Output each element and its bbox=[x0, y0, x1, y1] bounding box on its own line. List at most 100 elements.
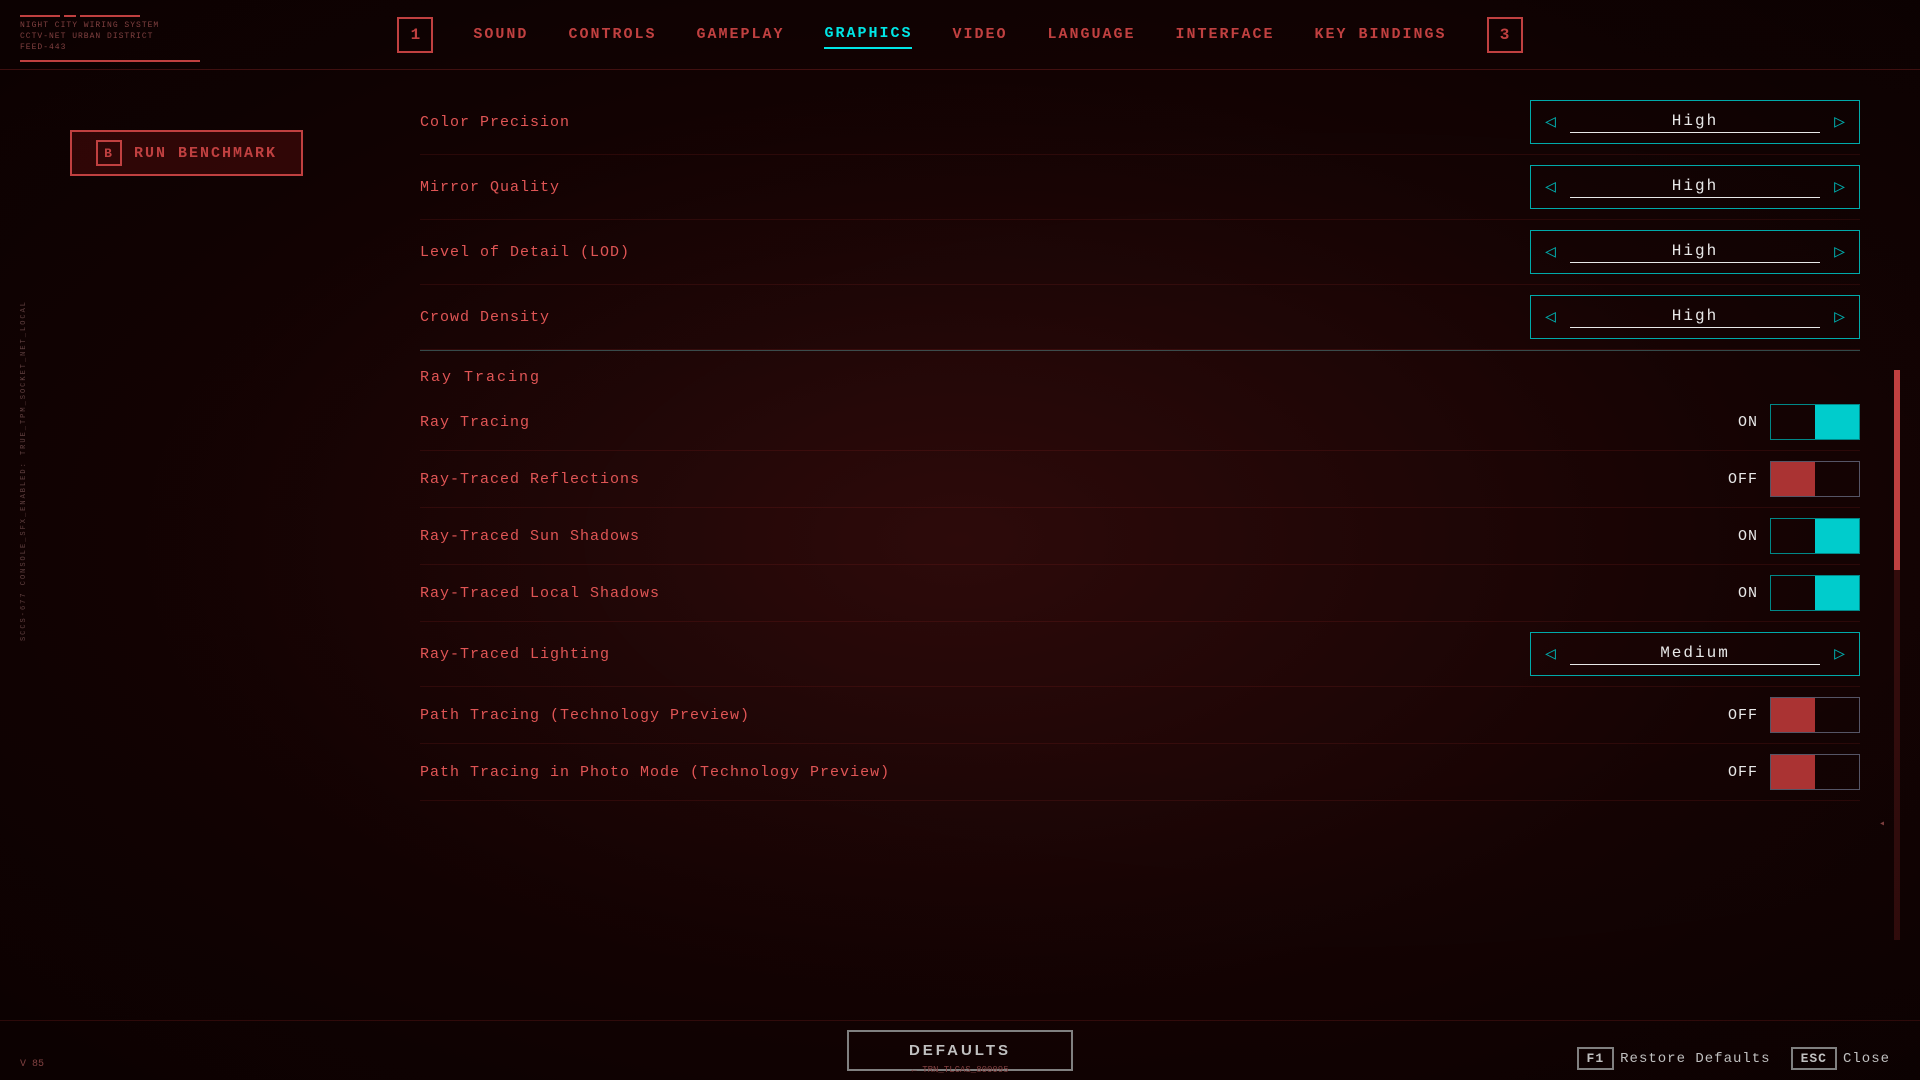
crowd-density-prev[interactable]: ◁ bbox=[1531, 296, 1570, 338]
left-deco-text: SCCS-677 CONSOLE_SFX_ENABLED: TRUE_TPM_S… bbox=[20, 300, 28, 641]
ray-sun-shadows-control: ON bbox=[1680, 518, 1860, 554]
setting-color-precision: Color Precision ◁ High ▷ bbox=[420, 90, 1860, 155]
benchmark-badge: B bbox=[96, 140, 122, 166]
ray-local-shadows-state: ON bbox=[1723, 585, 1758, 602]
ray-reflections-fill bbox=[1771, 462, 1815, 496]
nav-item-sound[interactable]: SOUND bbox=[473, 21, 528, 48]
nav-item-interface[interactable]: INTERFACE bbox=[1176, 21, 1275, 48]
ray-lighting-selector[interactable]: ◁ Medium ▷ bbox=[1530, 632, 1860, 676]
ray-tracing-control: ON bbox=[1680, 404, 1860, 440]
ray-sun-shadows-toggle[interactable] bbox=[1770, 518, 1860, 554]
restore-defaults-control[interactable]: F1 Restore Defaults bbox=[1577, 1047, 1771, 1070]
ray-local-shadows-control: ON bbox=[1680, 575, 1860, 611]
ray-reflections-control: OFF bbox=[1680, 461, 1860, 497]
nav-item-controls[interactable]: CONTROLS bbox=[568, 21, 656, 48]
restore-label: Restore Defaults bbox=[1620, 1051, 1770, 1067]
path-tracing-toggle[interactable] bbox=[1770, 697, 1860, 733]
color-precision-selector[interactable]: ◁ High ▷ bbox=[1530, 100, 1860, 144]
ray-tracing-label: Ray Tracing bbox=[420, 414, 530, 431]
close-label: Close bbox=[1843, 1051, 1890, 1067]
setting-crowd-density: Crowd Density ◁ High ▷ bbox=[420, 285, 1860, 350]
left-deco: SCCS-677 CONSOLE_SFX_ENABLED: TRUE_TPM_S… bbox=[20, 300, 28, 880]
bottom-left-deco: V 85 bbox=[20, 1059, 44, 1070]
color-precision-prev[interactable]: ◁ bbox=[1531, 101, 1570, 143]
mirror-quality-selector[interactable]: ◁ High ▷ bbox=[1530, 165, 1860, 209]
nav-item-video[interactable]: VIDEO bbox=[952, 21, 1007, 48]
setting-mirror-quality: Mirror Quality ◁ High ▷ bbox=[420, 155, 1860, 220]
mirror-quality-prev[interactable]: ◁ bbox=[1531, 166, 1570, 208]
setting-ray-local-shadows: Ray-Traced Local Shadows ON bbox=[420, 565, 1860, 622]
lod-next[interactable]: ▷ bbox=[1820, 231, 1859, 273]
main-content: Color Precision ◁ High ▷ Mirror Quality … bbox=[360, 70, 1920, 1020]
nav-item-graphics[interactable]: GRAPHICS bbox=[824, 20, 912, 49]
nav-item-gameplay[interactable]: GAMEPLAY bbox=[696, 21, 784, 48]
color-precision-next[interactable]: ▷ bbox=[1820, 101, 1859, 143]
lod-prev[interactable]: ◁ bbox=[1531, 231, 1570, 273]
nav-badge-left: 1 bbox=[397, 17, 433, 53]
path-tracing-fill bbox=[1771, 698, 1815, 732]
ray-tracing-toggle[interactable] bbox=[1770, 404, 1860, 440]
lod-value: High bbox=[1570, 242, 1820, 263]
ray-local-shadows-fill bbox=[1815, 576, 1859, 610]
setting-ray-tracing: Ray Tracing ON bbox=[420, 394, 1860, 451]
bottom-controls: F1 Restore Defaults ESC Close bbox=[1577, 1047, 1890, 1070]
ray-sun-shadows-state: ON bbox=[1723, 528, 1758, 545]
mirror-quality-next[interactable]: ▷ bbox=[1820, 166, 1859, 208]
ray-local-shadows-toggle[interactable] bbox=[1770, 575, 1860, 611]
setting-path-tracing-photo: Path Tracing in Photo Mode (Technology P… bbox=[420, 744, 1860, 801]
ray-tracing-fill bbox=[1815, 405, 1859, 439]
bottom-code: ← TRN_TLCAS_800095 bbox=[911, 1065, 1008, 1075]
close-badge: ESC bbox=[1791, 1047, 1837, 1070]
lod-label: Level of Detail (LOD) bbox=[420, 244, 1530, 261]
ray-tracing-title: Ray Tracing bbox=[420, 369, 541, 386]
sidebar: NIGHT CITY WIRING SYSTEM CCTV-NET URBAN … bbox=[0, 0, 360, 1080]
crowd-density-label: Crowd Density bbox=[420, 309, 1530, 326]
ray-reflections-toggle[interactable] bbox=[1770, 461, 1860, 497]
version-text: V 85 bbox=[20, 1059, 44, 1070]
top-nav: 1 SOUND CONTROLS GAMEPLAY GRAPHICS VIDEO… bbox=[0, 0, 1920, 70]
benchmark-label: RUN BENCHMARK bbox=[134, 145, 277, 162]
ray-reflections-state: OFF bbox=[1723, 471, 1758, 488]
path-tracing-state: OFF bbox=[1723, 707, 1758, 724]
color-precision-value: High bbox=[1570, 112, 1820, 133]
path-tracing-photo-state: OFF bbox=[1723, 764, 1758, 781]
crowd-density-next[interactable]: ▷ bbox=[1820, 296, 1859, 338]
path-tracing-photo-control: OFF bbox=[1680, 754, 1860, 790]
setting-path-tracing: Path Tracing (Technology Preview) OFF bbox=[420, 687, 1860, 744]
path-tracing-control: OFF bbox=[1680, 697, 1860, 733]
ray-tracing-section: Ray Tracing bbox=[420, 350, 1860, 394]
mirror-quality-label: Mirror Quality bbox=[420, 179, 1530, 196]
ray-lighting-prev[interactable]: ◁ bbox=[1531, 633, 1570, 675]
ray-lighting-value: Medium bbox=[1570, 644, 1820, 665]
setting-lod: Level of Detail (LOD) ◁ High ▷ bbox=[420, 220, 1860, 285]
ray-sun-shadows-label: Ray-Traced Sun Shadows bbox=[420, 528, 640, 545]
path-tracing-photo-toggle[interactable] bbox=[1770, 754, 1860, 790]
scrollbar-thumb[interactable] bbox=[1894, 370, 1900, 570]
settings-list: Color Precision ◁ High ▷ Mirror Quality … bbox=[420, 90, 1860, 801]
ray-reflections-label: Ray-Traced Reflections bbox=[420, 471, 640, 488]
ray-sun-shadows-fill bbox=[1815, 519, 1859, 553]
crowd-density-selector[interactable]: ◁ High ▷ bbox=[1530, 295, 1860, 339]
nav-item-keybindings[interactable]: KEY BINDINGS bbox=[1315, 21, 1447, 48]
ray-lighting-label: Ray-Traced Lighting bbox=[420, 646, 1530, 663]
crowd-density-value: High bbox=[1570, 307, 1820, 328]
path-tracing-photo-fill bbox=[1771, 755, 1815, 789]
ray-tracing-state: ON bbox=[1723, 414, 1758, 431]
setting-ray-lighting: Ray-Traced Lighting ◁ Medium ▷ bbox=[420, 622, 1860, 687]
nav-badge-right: 3 bbox=[1487, 17, 1523, 53]
path-tracing-photo-label: Path Tracing in Photo Mode (Technology P… bbox=[420, 764, 890, 781]
bottom-center-deco: ← TRN_TLCAS_800095 bbox=[911, 1065, 1008, 1075]
ray-lighting-next[interactable]: ▷ bbox=[1820, 633, 1859, 675]
color-precision-label: Color Precision bbox=[420, 114, 1530, 131]
benchmark-button[interactable]: B RUN BENCHMARK bbox=[70, 130, 303, 176]
mirror-quality-value: High bbox=[1570, 177, 1820, 198]
close-control[interactable]: ESC Close bbox=[1791, 1047, 1890, 1070]
lod-selector[interactable]: ◁ High ▷ bbox=[1530, 230, 1860, 274]
path-tracing-label: Path Tracing (Technology Preview) bbox=[420, 707, 750, 724]
setting-ray-sun-shadows: Ray-Traced Sun Shadows ON bbox=[420, 508, 1860, 565]
restore-badge: F1 bbox=[1577, 1047, 1615, 1070]
setting-ray-reflections: Ray-Traced Reflections OFF bbox=[420, 451, 1860, 508]
ray-local-shadows-label: Ray-Traced Local Shadows bbox=[420, 585, 660, 602]
scrollbar-track[interactable] bbox=[1894, 370, 1900, 940]
nav-item-language[interactable]: LANGUAGE bbox=[1048, 21, 1136, 48]
